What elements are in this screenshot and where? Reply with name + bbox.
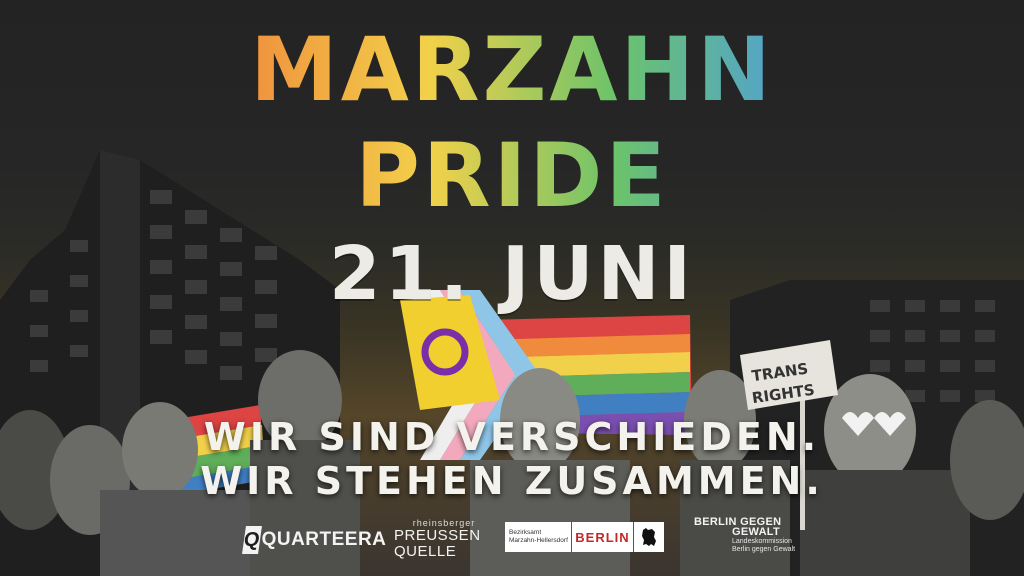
pride-poster: TRANS RIGHTS MARZAHN PRIDE 21. JUNI WIR … (0, 0, 1024, 576)
title-pride: PRIDE (0, 128, 1024, 224)
slogan-line2: WIR STEHEN ZUSAMMEN. (200, 459, 824, 503)
title-marzahn: MARZAHN (0, 22, 1024, 118)
quarteera-text: QUARTEERA (261, 529, 387, 550)
berlin-text: BERLIN (575, 529, 630, 545)
quarteera-logo: Q QUARTEERA (242, 522, 386, 558)
bezirksamt-berlin-logo: Bezirksamt Marzahn-Hellersdorf BERLIN (505, 522, 664, 552)
preussen-line2: QUELLE (394, 543, 457, 560)
bezirksamt-line2: Marzahn-Hellersdorf (509, 537, 568, 544)
bgg-line3: Landeskommission (732, 538, 792, 545)
event-date: 21. JUNI (329, 231, 695, 317)
berlin-gegen-gewalt-logo: BERLIN GEGEN GEWALT Landeskommission Ber… (694, 516, 804, 554)
q-logo-icon: Q (242, 526, 262, 554)
preussen-line1: PREUSSEN (394, 527, 481, 544)
berlin-bear-icon (633, 522, 664, 552)
preussen-quelle-logo: rheinsberger PREUSSEN QUELLE (394, 518, 494, 560)
bezirksamt-text: Bezirksamt Marzahn-Hellersdorf (505, 522, 571, 552)
bgg-line4: Berlin gegen Gewalt (732, 546, 796, 553)
slogan-line1: WIR SIND VERSCHIEDEN. (203, 415, 821, 459)
bezirksamt-line1: Bezirksamt (509, 529, 542, 536)
